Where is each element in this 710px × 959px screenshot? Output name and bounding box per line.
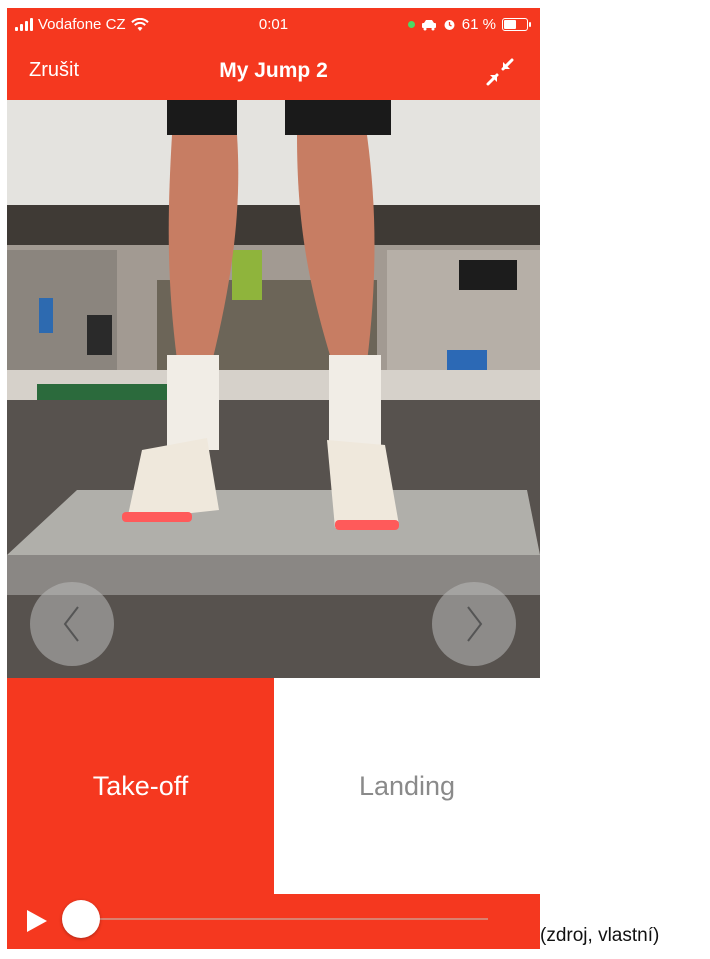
previous-frame-button[interactable] bbox=[30, 582, 114, 666]
page-title: My Jump 2 bbox=[219, 59, 328, 82]
progress-track[interactable] bbox=[81, 918, 488, 920]
playback-bar bbox=[7, 894, 540, 949]
collapse-arrows-icon[interactable] bbox=[484, 56, 516, 88]
play-icon[interactable] bbox=[27, 910, 47, 932]
battery-icon bbox=[502, 18, 531, 31]
image-caption: (zdroj, vlastní) bbox=[540, 925, 660, 946]
progress-thumb[interactable] bbox=[62, 900, 100, 938]
tab-landing[interactable]: Landing bbox=[274, 678, 540, 894]
chevron-left-icon bbox=[63, 606, 79, 642]
tab-take-off[interactable]: Take-off bbox=[7, 678, 274, 894]
phase-selector: Take-off Landing bbox=[7, 678, 540, 894]
chevron-right-icon bbox=[467, 606, 483, 642]
mic-indicator-icon bbox=[407, 21, 415, 28]
battery-percent: 61 % bbox=[461, 16, 496, 33]
status-bar: Vodafone CZ 0:01 61 % bbox=[7, 8, 540, 44]
car-icon bbox=[421, 19, 436, 30]
app-screen: Vodafone CZ 0:01 61 % Zrušit My Jump 2 T… bbox=[7, 8, 540, 949]
status-right: 61 % bbox=[407, 16, 531, 33]
next-frame-button[interactable] bbox=[432, 582, 516, 666]
alarm-icon bbox=[444, 20, 455, 30]
navigation-bar: Zrušit My Jump 2 bbox=[7, 44, 540, 100]
